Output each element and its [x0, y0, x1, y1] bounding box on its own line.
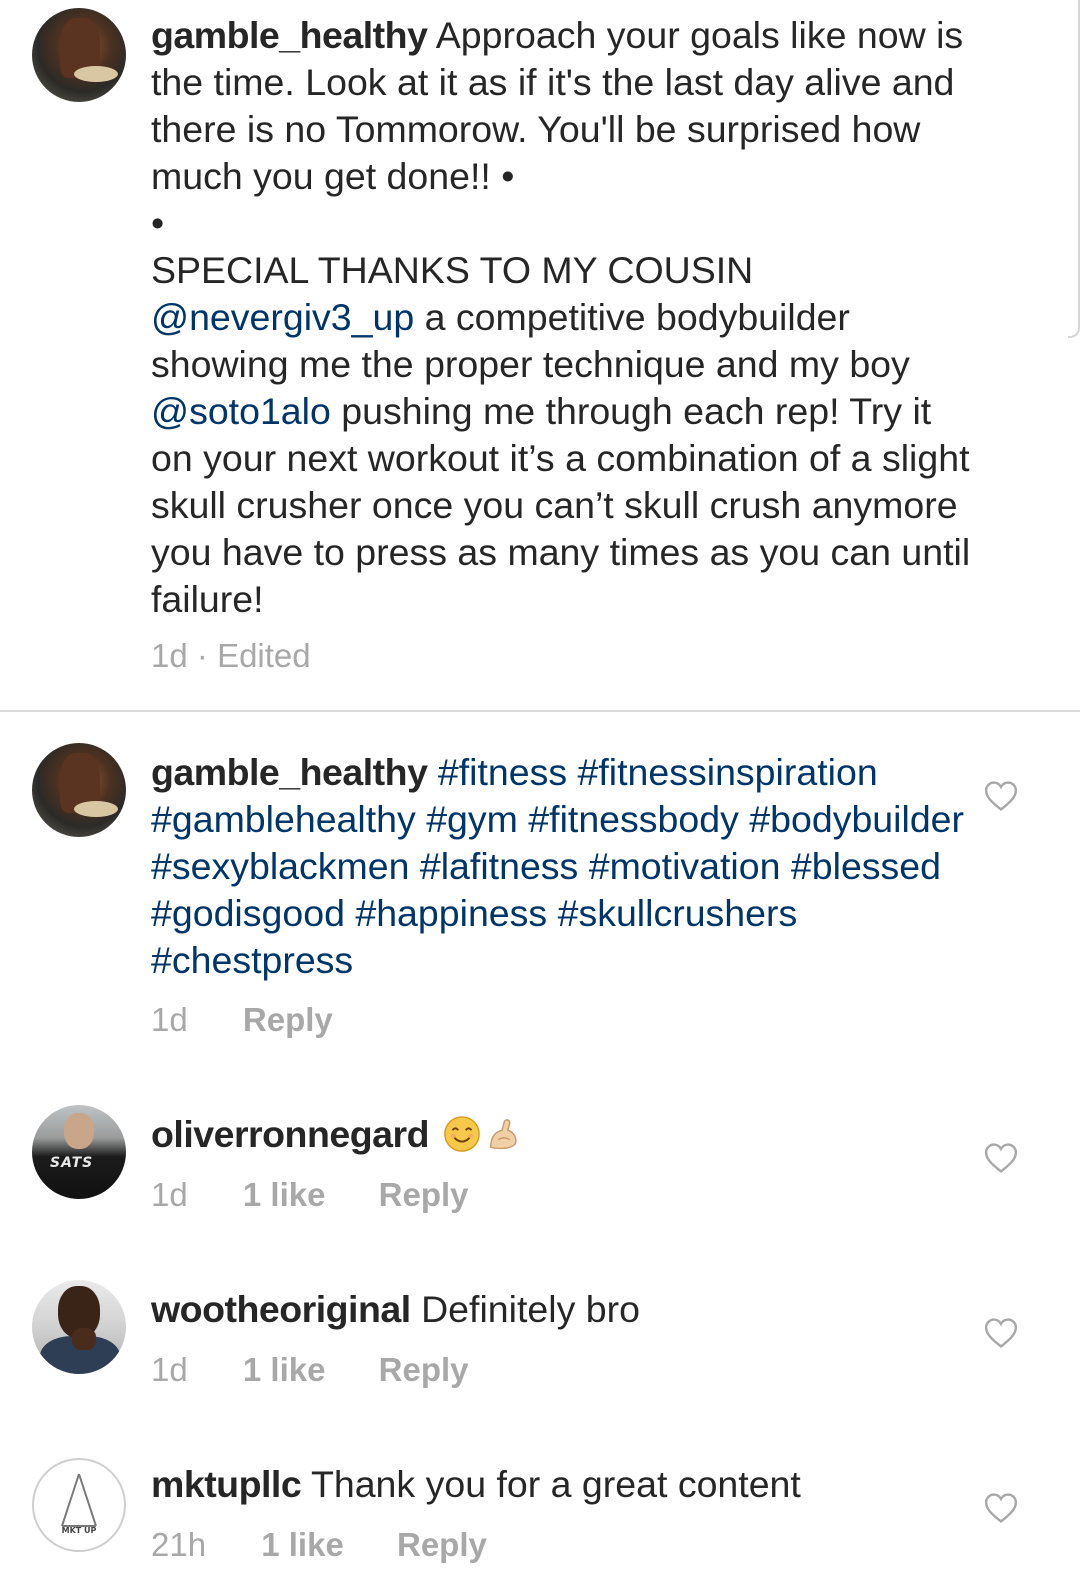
comment-text: oliverronnegard	[151, 1111, 981, 1158]
heart-outline-icon[interactable]	[984, 1492, 1018, 1524]
comment-text: gamble_healthy #fitness #fitnessinspirat…	[151, 749, 981, 984]
caption-time: 1d	[151, 637, 188, 674]
avatar-logo-text: SATS	[50, 1155, 94, 1171]
comment-username[interactable]: gamble_healthy	[151, 751, 428, 793]
reply-button[interactable]: Reply	[243, 1000, 333, 1040]
mention-link[interactable]: @soto1alo	[151, 390, 331, 432]
likes-count[interactable]: 1 like	[261, 1525, 344, 1565]
reply-button[interactable]: Reply	[397, 1525, 487, 1565]
comment-body: Definitely bro	[410, 1288, 640, 1330]
avatar-head	[64, 1113, 94, 1149]
comment-time: 1d	[151, 1001, 188, 1038]
heart-outline-icon[interactable]	[984, 1142, 1018, 1174]
mention-link[interactable]: @nevergiv3_up	[151, 296, 414, 338]
likes-count[interactable]: 1 like	[243, 1350, 326, 1390]
comment-body: Thank you for a great content	[301, 1463, 801, 1505]
comment-time: 21h	[151, 1526, 207, 1563]
caption-text: gamble_healthy Approach your goals like …	[151, 12, 981, 623]
caption-separator: ·	[196, 637, 208, 674]
heart-outline-icon[interactable]	[984, 1317, 1018, 1349]
comment-meta: 1d 1 like Reply	[151, 1350, 469, 1390]
caption-username[interactable]: gamble_healthy	[151, 14, 428, 56]
comment-time: 1d	[151, 1351, 188, 1388]
caption-special-thanks: SPECIAL THANKS TO MY COUSIN	[151, 249, 754, 291]
comment-username[interactable]: oliverronnegard	[151, 1113, 429, 1155]
avatar[interactable]: MKT UP	[32, 1458, 126, 1552]
post-caption: gamble_healthy Approach your goals like …	[0, 0, 1080, 710]
avatar[interactable]: SATS	[32, 1105, 126, 1199]
comment-username[interactable]: wootheoriginal	[151, 1288, 411, 1330]
comment-time: 1d	[151, 1176, 188, 1213]
avatar-hand	[72, 1328, 96, 1350]
reply-button[interactable]: Reply	[379, 1350, 469, 1390]
avatar[interactable]	[32, 1280, 126, 1374]
flexed-biceps-emoji	[490, 1119, 517, 1150]
avatar[interactable]	[32, 743, 126, 837]
comment-username[interactable]: mktupllc	[151, 1463, 302, 1505]
heart-outline-icon[interactable]	[984, 780, 1018, 812]
smiling-face-emoji	[444, 1116, 481, 1152]
comments-screen: gamble_healthy Approach your goals like …	[0, 0, 1080, 1576]
caption-edited: Edited	[217, 637, 311, 674]
avatar-logo-text: MKT UP	[61, 1526, 97, 1535]
avatar[interactable]	[32, 8, 126, 102]
comment-meta: 21h 1 like Reply	[151, 1525, 487, 1565]
comment-text: wootheoriginal Definitely bro	[151, 1286, 981, 1333]
divider	[0, 710, 1080, 712]
caption-bullet: •	[151, 202, 165, 244]
comment-meta: 1d 1 like Reply	[151, 1175, 469, 1215]
reply-button[interactable]: Reply	[379, 1175, 469, 1215]
comment-meta: 1d Reply	[151, 1000, 333, 1040]
caption-meta: 1d · Edited	[151, 636, 311, 676]
mkt-logo-icon	[61, 1473, 97, 1527]
comment-text: mktupllc Thank you for a great content	[151, 1461, 981, 1508]
likes-count[interactable]: 1 like	[243, 1175, 326, 1215]
avatar-plate	[74, 801, 118, 817]
avatar-plate	[74, 66, 118, 82]
